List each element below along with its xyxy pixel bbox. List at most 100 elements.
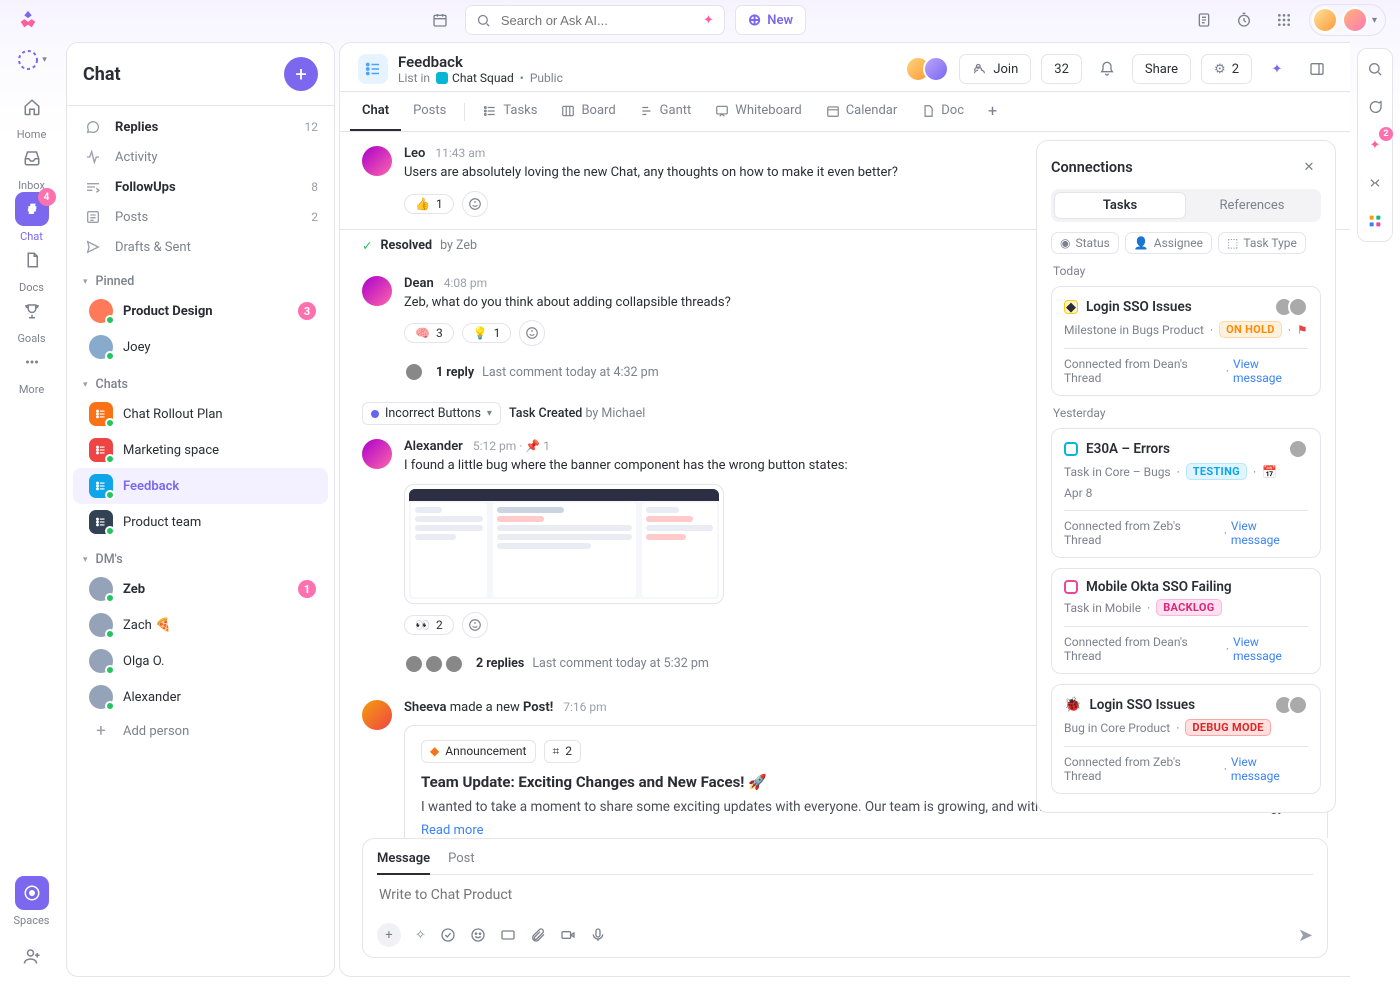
view-tab-whiteboard[interactable]: Whiteboard: [703, 92, 813, 131]
connection-card[interactable]: 🐞Login SSO IssuesBug in Core Product · D…: [1051, 684, 1321, 794]
rail-item-chat[interactable]: #Chat4: [8, 192, 56, 243]
reaction-chip[interactable]: 👍1: [404, 194, 454, 214]
new-button[interactable]: ⊕ New: [735, 5, 806, 35]
sidebar-item[interactable]: Zach 🍕: [73, 607, 328, 643]
task-chip[interactable]: Incorrect Buttons▾: [362, 402, 501, 425]
add-reaction-button[interactable]: [462, 191, 488, 217]
visibility[interactable]: Public: [530, 71, 563, 85]
share-button[interactable]: Share: [1132, 54, 1191, 84]
expand-sidebar-button[interactable]: [1302, 54, 1332, 84]
search-icon[interactable]: [1361, 55, 1389, 83]
view-message-link[interactable]: View message: [1233, 357, 1308, 385]
gif-icon[interactable]: [500, 927, 516, 943]
send-button[interactable]: ➤: [1298, 925, 1313, 946]
view-message-link[interactable]: View message: [1233, 635, 1308, 663]
sidebar-drafts[interactable]: Drafts & Sent: [67, 232, 334, 262]
sidebar-item[interactable]: Chat Rollout Plan: [73, 396, 328, 432]
share-count[interactable]: ⚙2: [1201, 54, 1252, 84]
connection-card[interactable]: Mobile Okta SSO FailingTask in Mobile · …: [1051, 568, 1321, 674]
rail-item-goals[interactable]: Goals: [8, 294, 56, 345]
message-author[interactable]: Dean: [404, 276, 434, 291]
rail-item-docs[interactable]: Docs: [8, 243, 56, 294]
member-count[interactable]: 32: [1041, 54, 1082, 84]
reaction-chip[interactable]: 👀2: [404, 615, 454, 635]
filter-task type[interactable]: ⬚Task Type: [1218, 232, 1306, 254]
add-person[interactable]: +Add person: [73, 715, 328, 747]
post-tag[interactable]: ◆Announcement: [421, 740, 536, 763]
sidebar-followups[interactable]: FollowUps8: [67, 172, 334, 202]
new-chat-button[interactable]: +: [284, 57, 318, 91]
segment-tasks[interactable]: Tasks: [1054, 192, 1186, 219]
ai-compose-icon[interactable]: ✧: [415, 928, 426, 943]
view-tab-doc[interactable]: Doc: [909, 92, 976, 131]
rail-item-inbox[interactable]: Inbox: [8, 141, 56, 192]
global-search[interactable]: ✦: [465, 5, 725, 35]
sidebar-activity[interactable]: Activity: [67, 142, 334, 172]
filter-status[interactable]: ◉Status: [1051, 232, 1119, 254]
rail-item-home[interactable]: Home: [8, 90, 56, 141]
view-tab-tasks[interactable]: Tasks: [471, 92, 549, 131]
invite-people-button[interactable]: [17, 941, 47, 971]
calendar-button[interactable]: [425, 5, 455, 35]
video-icon[interactable]: [560, 927, 576, 943]
reaction-chip[interactable]: 💡1: [462, 323, 512, 343]
app-logo[interactable]: [14, 6, 42, 34]
timer-button[interactable]: [1229, 5, 1259, 35]
task-icon[interactable]: [440, 927, 456, 943]
notifications-button[interactable]: [1092, 54, 1122, 84]
member-avatars[interactable]: [905, 56, 949, 82]
rail-item-more[interactable]: More: [8, 345, 56, 396]
attachment-preview[interactable]: [404, 484, 724, 604]
search-input[interactable]: [499, 12, 695, 29]
rail-item-spaces[interactable]: Spaces: [8, 876, 56, 927]
attachment-icon[interactable]: [530, 927, 546, 943]
view-tab-gantt[interactable]: Gantt: [628, 92, 704, 131]
composer-input[interactable]: [377, 885, 1313, 911]
sidebar-replies[interactable]: Replies12: [67, 112, 334, 142]
workspace-switcher[interactable]: ▾: [10, 48, 54, 72]
connect-icon[interactable]: [1361, 169, 1389, 197]
segment-references[interactable]: References: [1186, 192, 1318, 219]
view-tab-posts[interactable]: Posts: [401, 92, 458, 131]
sidebar-item[interactable]: Olga O.: [73, 643, 328, 679]
add-view-button[interactable]: +: [976, 92, 1009, 131]
view-tab-board[interactable]: Board: [549, 92, 627, 131]
composer-tab-post[interactable]: Post: [448, 851, 475, 866]
ai-button[interactable]: ✦: [1262, 54, 1292, 84]
add-reaction-button[interactable]: [519, 320, 545, 346]
view-message-link[interactable]: View message: [1231, 519, 1308, 547]
read-more-link[interactable]: Read more: [421, 823, 1311, 838]
view-tab-calendar[interactable]: Calendar: [814, 92, 910, 131]
section-chats[interactable]: ▾Chats: [67, 365, 334, 396]
message-author[interactable]: Leo: [404, 146, 425, 161]
sidebar-item[interactable]: Product team: [73, 504, 328, 540]
sidebar-item[interactable]: Marketing space: [73, 432, 328, 468]
close-connections-button[interactable]: ✕: [1297, 155, 1321, 179]
view-message-link[interactable]: View message: [1231, 755, 1308, 783]
composer-tab-message[interactable]: Message: [377, 851, 430, 866]
join-button[interactable]: Join: [959, 54, 1031, 84]
apps-grid-button[interactable]: [1269, 5, 1299, 35]
add-reaction-button[interactable]: [462, 612, 488, 638]
mic-icon[interactable]: [590, 927, 606, 943]
apps-icon[interactable]: [1361, 207, 1389, 235]
ai-rail-icon[interactable]: ✦2: [1361, 131, 1389, 159]
sidebar-item[interactable]: Alexander: [73, 679, 328, 715]
message-author[interactable]: Alexander: [404, 439, 463, 454]
sidebar-item[interactable]: Joey: [73, 329, 328, 365]
sidebar-item[interactable]: Product Design3: [73, 293, 328, 329]
post-linked-count[interactable]: ⌗2: [544, 740, 582, 763]
connection-card[interactable]: ◆Login SSO IssuesMilestone in Bugs Produ…: [1051, 286, 1321, 396]
attach-button[interactable]: +: [377, 923, 401, 947]
account-menu[interactable]: ▾: [1309, 4, 1386, 36]
sidebar-posts[interactable]: Posts2: [67, 202, 334, 232]
connection-card[interactable]: E30A – ErrorsTask in Core – Bugs · TESTI…: [1051, 428, 1321, 558]
emoji-icon[interactable]: [470, 927, 486, 943]
reaction-chip[interactable]: 🧠3: [404, 323, 454, 343]
section-dms[interactable]: ▾DM's: [67, 540, 334, 571]
sidebar-item[interactable]: Feedback: [73, 468, 328, 504]
section-pinned[interactable]: ▾Pinned: [67, 262, 334, 293]
filter-assignee[interactable]: 👤Assignee: [1125, 232, 1212, 254]
view-tab-chat[interactable]: Chat: [350, 92, 401, 131]
notepad-button[interactable]: [1189, 5, 1219, 35]
